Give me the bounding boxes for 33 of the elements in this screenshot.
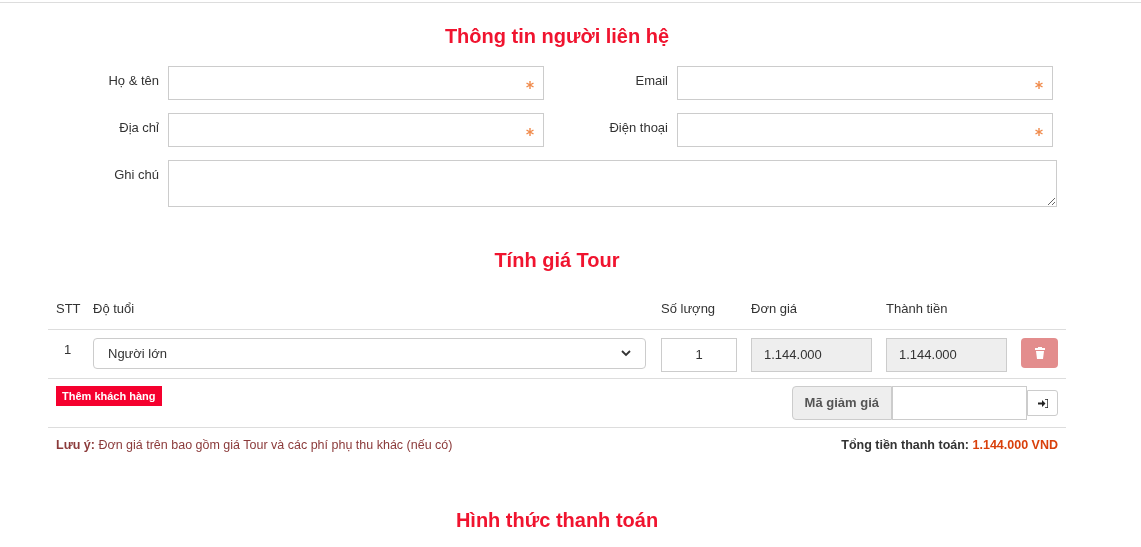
column-header: STT [56,301,81,316]
delete-button[interactable] [1021,338,1058,368]
coupon-field[interactable] [892,386,1027,420]
unit-price-field: 1.144.000 [751,338,872,372]
section-title: Thông tin người liên hệ [443,24,671,49]
row-number: 1 [64,342,72,357]
field-label: Ghi chú [113,166,160,184]
input-field[interactable] [677,113,1053,147]
field-label: Điện thoại [608,119,669,137]
total-text: Tổng tiền thanh toán: 1.144.000 VND [841,437,1058,454]
note-field[interactable] [168,160,1057,207]
coupon-label: Mã giảm giá [791,386,892,420]
field-label: Địa chỉ [118,119,160,137]
apply-button[interactable] [1027,390,1058,416]
age-select[interactable]: Người lớn [93,338,646,369]
field-label: Họ & tên [107,72,160,90]
sign-in-icon [1037,398,1048,408]
chevron-icon [621,350,631,357]
add-customer-button[interactable]: Thêm khách hàng [56,386,162,406]
input-field[interactable] [168,113,544,147]
input-field[interactable] [677,66,1053,100]
section-title: Hình thức thanh toán [454,507,660,533]
amount-field: 1.144.000 [886,338,1007,372]
column-header: Thành tiền [886,301,948,316]
field-label: Email [634,72,669,90]
note-text: Lưu ý: Đơn giá trên bao gồm giá Tour và các phí phụ thu khác (nếu có) [56,437,453,454]
input-field[interactable] [168,66,544,100]
column-header: Đơn giá [751,301,798,316]
quantity-field[interactable]: 1 [661,338,737,372]
section-title: Tính giá Tour [493,248,621,273]
column-header: Độ tuổi [93,301,135,316]
column-header: Số lượng [661,301,716,316]
trash-icon [1034,347,1045,359]
